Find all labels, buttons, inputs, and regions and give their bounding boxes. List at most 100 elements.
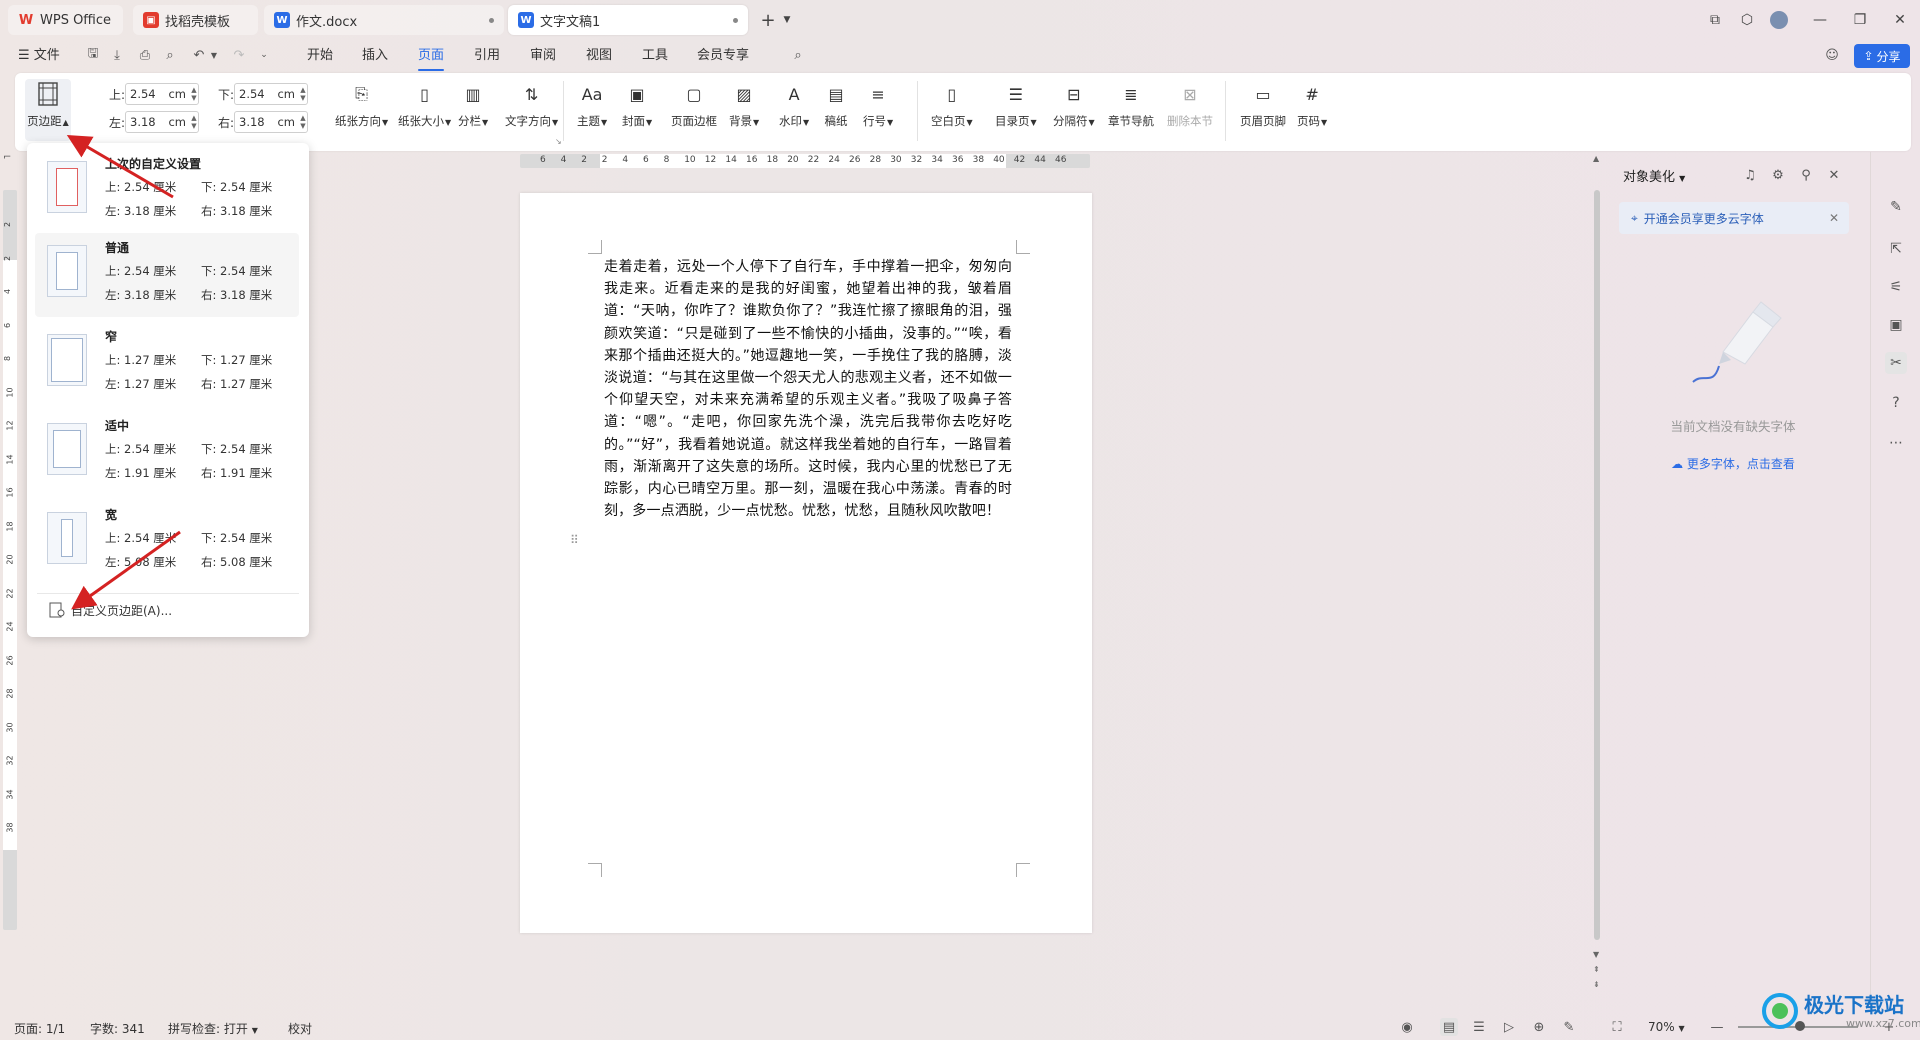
help-icon[interactable]: ? xyxy=(1885,392,1907,414)
menu-review[interactable]: 审阅 xyxy=(530,45,556,67)
tab-wenzi-wengao1[interactable]: W 文字文稿1 xyxy=(508,5,748,35)
window-layout-icon[interactable]: ⧉ xyxy=(1703,8,1727,32)
close-icon[interactable]: ✕ xyxy=(1825,166,1843,184)
separator-button[interactable]: ⊟ 分隔符▼ xyxy=(1053,79,1095,141)
more-icon[interactable]: ⌄ xyxy=(255,46,273,64)
vip-font-banner[interactable]: ⌖ 开通会员享更多云字体 ✕ xyxy=(1619,202,1849,234)
panel-title[interactable]: 对象美化 ▼ xyxy=(1623,166,1685,185)
page-count[interactable]: 页面: 1/1 xyxy=(14,1020,65,1037)
background-button[interactable]: ▨ 背景▼ xyxy=(729,79,759,141)
tab-docer[interactable]: ▣ 找稻壳模板 xyxy=(133,5,258,35)
next-page-icon[interactable]: ⇟ xyxy=(1593,980,1600,989)
redo-icon[interactable]: ↷ xyxy=(230,46,248,64)
margin-preset-4[interactable]: 宽上: 2.54 厘米 下: 2.54 厘米 左: 5.08 厘米 右: 5.08 厘… xyxy=(35,500,299,584)
print-icon[interactable]: ⎙ xyxy=(136,46,154,64)
ruler-toggle-icon[interactable]: ⌐ xyxy=(3,152,11,163)
restore-icon[interactable]: ❐ xyxy=(1848,8,1872,32)
more-dots-icon[interactable]: ⋯ xyxy=(1885,432,1907,454)
custom-margin-item[interactable]: 自定义页边距(A)... xyxy=(35,595,299,625)
margin-top-field[interactable]: 上: 2.54 cm ▲ ▼ xyxy=(109,83,199,105)
zoom-out-icon[interactable]: — xyxy=(1708,1018,1726,1036)
save-icon[interactable]: 🖫 xyxy=(84,46,102,64)
export-pdf-icon[interactable]: ⤓ xyxy=(108,46,126,64)
watermark-button[interactable]: A 水印▼ xyxy=(779,79,809,141)
columns-button[interactable]: ▥ 分栏▼ xyxy=(458,79,488,141)
menu-tools[interactable]: 工具 xyxy=(642,45,668,67)
toc-page-button[interactable]: ☰ 目录页▼ xyxy=(995,79,1037,141)
spinner-icon[interactable]: ▲ ▼ xyxy=(298,84,308,104)
menu-reference[interactable]: 引用 xyxy=(474,45,500,67)
text-direction-button[interactable]: ⇅ 文字方向▼ xyxy=(505,79,558,141)
gear-icon[interactable]: ⚙ xyxy=(1769,166,1787,184)
paper-size-button[interactable]: ▯ 纸张大小▼ xyxy=(398,79,451,141)
tools-icon[interactable]: ✂ xyxy=(1885,352,1907,374)
eye-icon[interactable]: ◉ xyxy=(1398,1018,1416,1036)
pen-icon[interactable]: ✎ xyxy=(1560,1018,1578,1036)
document-page[interactable]: 走着走着，远处一个人停下了自行车，手中撑着一把伞，匆匆向我走来。近看走来的是我的… xyxy=(520,193,1092,933)
close-icon[interactable]: ✕ xyxy=(1829,211,1839,225)
cover-button[interactable]: ▣ 封面▼ xyxy=(622,79,652,141)
tab-wps-office[interactable]: W WPS Office xyxy=(8,5,123,35)
chapter-nav-button[interactable]: ≣ 章节导航 xyxy=(1108,79,1154,141)
blank-page-button[interactable]: ▯ 空白页▼ xyxy=(931,79,973,141)
page-number-button[interactable]: # 页码▼ xyxy=(1297,79,1327,141)
share-button[interactable]: ⇪ 分享 xyxy=(1854,44,1910,68)
margin-preset-2[interactable]: 窄上: 1.27 厘米 下: 1.27 厘米 左: 1.27 厘米 右: 1.27 厘… xyxy=(35,322,299,406)
document-body-text[interactable]: 走着走着，远处一个人停下了自行车，手中撑着一把伞，匆匆向我走来。近看走来的是我的… xyxy=(604,256,1012,522)
outline-view-icon[interactable]: ☰ xyxy=(1470,1018,1488,1036)
page-border-button[interactable]: ▢ 页面边框 xyxy=(671,79,717,141)
vertical-scrollbar[interactable]: ▲ ▼ ⇞ ⇟ xyxy=(1590,150,1604,1010)
minimize-icon[interactable]: — xyxy=(1808,8,1832,32)
header-footer-button[interactable]: ▭ 页眉页脚 xyxy=(1240,79,1286,141)
dialog-launcher-icon[interactable]: ↘ xyxy=(555,137,562,146)
spell-check-status[interactable]: 拼写检查: 打开 ▼ xyxy=(168,1020,258,1037)
image-edit-icon[interactable]: ▣ xyxy=(1885,314,1907,336)
search-icon[interactable]: ⌕ xyxy=(789,46,807,64)
close-icon[interactable]: ✕ xyxy=(1888,8,1912,32)
menu-start[interactable]: 开始 xyxy=(307,45,333,67)
margin-left-field[interactable]: 左: 3.18 cm ▲ ▼ xyxy=(109,111,199,133)
menu-page[interactable]: 页面 xyxy=(418,45,445,71)
menu-insert[interactable]: 插入 xyxy=(362,45,388,67)
margin-preset-1[interactable]: 普通 上: 2.54 厘米 下: 2.54 厘米 左: 3.18 厘米 右: 3.18 … xyxy=(35,233,299,317)
avatar[interactable] xyxy=(1767,8,1791,32)
margin-preset-3[interactable]: 适中 上: 2.54 厘米 下: 2.54 厘米 左: 1.91 厘米 右: 1.91 … xyxy=(35,411,299,495)
scroll-up-icon[interactable]: ▲ xyxy=(1593,154,1599,163)
file-menu[interactable]: ☰ 文件 xyxy=(18,45,60,67)
page-view-icon[interactable]: ▤ xyxy=(1440,1018,1458,1036)
scrollbar-thumb[interactable] xyxy=(1594,190,1600,940)
select-pointer-icon[interactable]: ⇱ xyxy=(1885,238,1907,260)
margin-right-field[interactable]: 右: 3.18 cm ▲ ▼ xyxy=(218,111,308,133)
theme-button[interactable]: Aa 主题▼ xyxy=(577,79,607,141)
word-count[interactable]: 字数: 341 xyxy=(90,1020,145,1037)
web-view-icon[interactable]: ⊕ xyxy=(1530,1018,1548,1036)
manuscript-button[interactable]: ▤ 稿纸 xyxy=(821,79,851,141)
proofread[interactable]: 校对 xyxy=(288,1020,312,1037)
pin-icon[interactable]: ⚲ xyxy=(1797,166,1815,184)
undo-dropdown-icon[interactable]: ▼ xyxy=(205,46,223,64)
vertical-ruler[interactable]: 2 2 4 6 8 10 12 14 16 18 20 22 24 26 28 30 32 34 38 xyxy=(3,190,17,930)
play-icon[interactable]: ▷ xyxy=(1500,1018,1518,1036)
spinner-icon[interactable]: ▲ ▼ xyxy=(298,112,308,132)
menu-member[interactable]: 会员专享 xyxy=(697,45,749,67)
menu-view[interactable]: 视图 xyxy=(586,45,612,67)
chevron-down-icon[interactable]: ▼ xyxy=(775,8,799,32)
delete-section-button[interactable]: ⊠ 删除本节 xyxy=(1167,79,1213,141)
headset-icon[interactable]: ♫ xyxy=(1741,166,1759,184)
spinner-icon[interactable]: ▲ ▼ xyxy=(189,112,199,132)
margin-preset-0[interactable]: 上次的自定义设置 上: 2.54 厘米 下: 2.54 厘米 左: 3.18 厘米 右:… xyxy=(35,149,299,233)
cube-icon[interactable]: ⬡ xyxy=(1735,8,1759,32)
sliders-icon[interactable]: ⚟ xyxy=(1885,276,1907,298)
margin-bottom-field[interactable]: 下: 2.54 cm ▲ ▼ xyxy=(218,83,308,105)
spinner-icon[interactable]: ▲ ▼ xyxy=(189,84,199,104)
more-fonts-link[interactable]: ☁ 更多字体，点击查看 xyxy=(1603,455,1863,472)
edit-pen-icon[interactable]: ✎ xyxy=(1885,196,1907,218)
paper-orientation-button[interactable]: ⎘ 纸张方向▼ xyxy=(335,79,388,141)
prev-page-icon[interactable]: ⇞ xyxy=(1593,965,1600,974)
print-preview-icon[interactable]: ⌕ xyxy=(161,46,179,64)
margin-button[interactable]: 页边距▲ xyxy=(25,79,71,141)
horizontal-ruler[interactable]: 6 4 2 2 4 6 8 10 12 14 16 18 20 22 24 26 28 30 32 34 36 38 40 4… xyxy=(520,154,1090,168)
scroll-down-icon[interactable]: ▼ xyxy=(1593,950,1599,959)
fit-page-icon[interactable]: ⛶ xyxy=(1608,1018,1626,1036)
drag-handle-icon[interactable]: ⠿ xyxy=(570,533,579,547)
